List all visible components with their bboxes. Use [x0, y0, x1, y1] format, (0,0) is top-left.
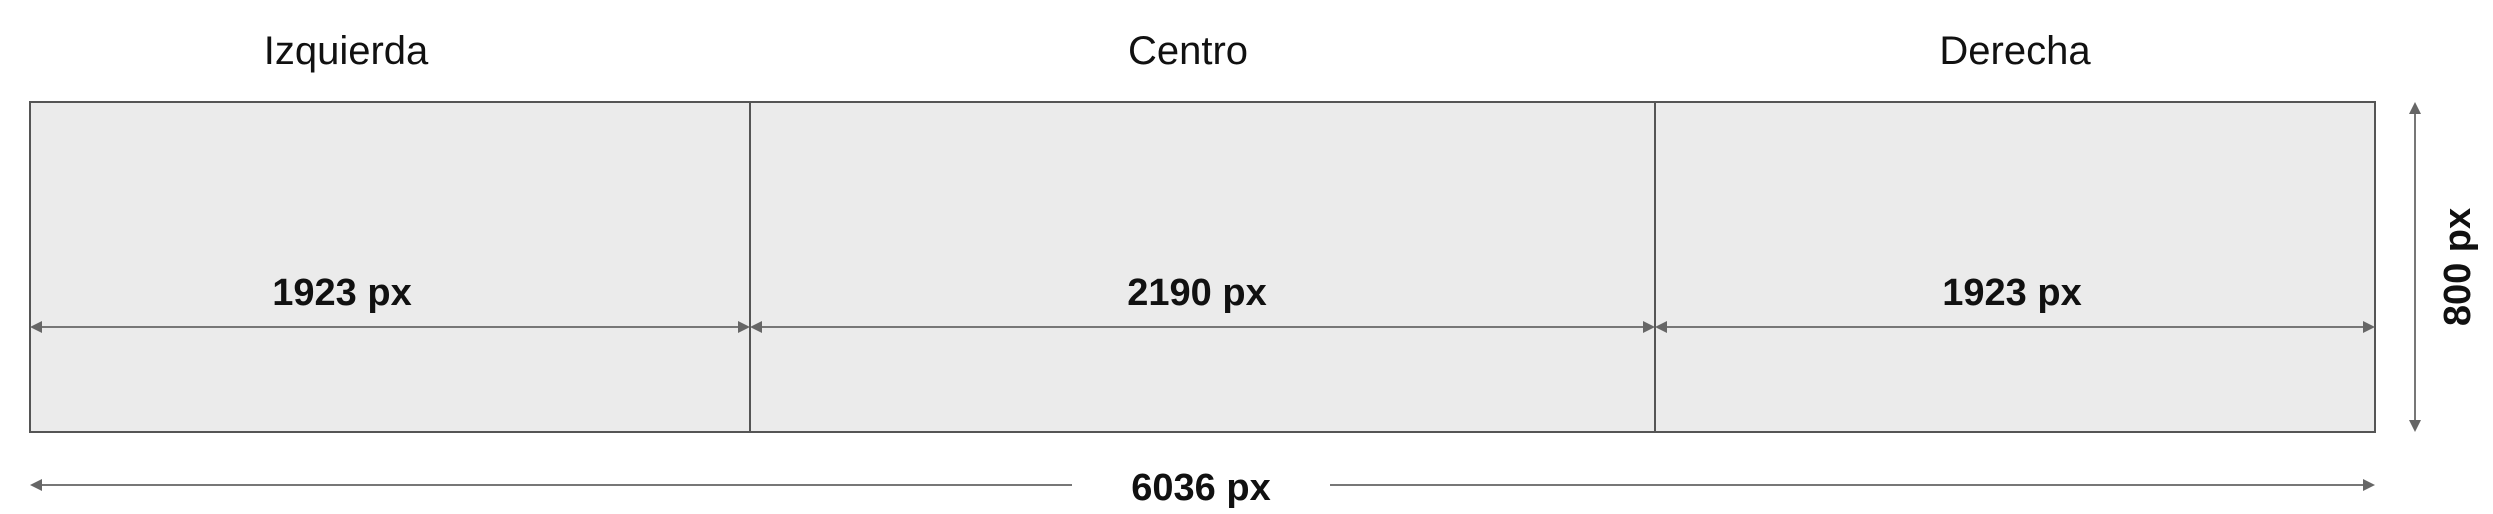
height-arrowhead-bottom	[2409, 420, 2421, 432]
height-arrowhead-top	[2409, 102, 2421, 114]
height-label: 800 px	[2437, 208, 2479, 326]
panel-right	[1654, 101, 2376, 433]
width-label-left: 1923 px	[272, 272, 411, 314]
total-arrowhead-end	[2363, 479, 2375, 491]
section-title-center: Centro	[1128, 29, 1248, 73]
panel-center	[749, 101, 1656, 433]
section-title-right: Derecha	[1939, 29, 2091, 73]
total-arrowhead-start	[30, 479, 42, 491]
section-title-left: Izquierda	[264, 29, 429, 73]
layout-diagram: Izquierda Centro Derecha 1923 px 2190 px…	[29, 29, 2479, 509]
panel-left	[29, 101, 751, 433]
total-width-label: 6036 px	[1131, 467, 1270, 509]
width-label-right: 1923 px	[1942, 272, 2081, 314]
width-label-center: 2190 px	[1127, 272, 1266, 314]
